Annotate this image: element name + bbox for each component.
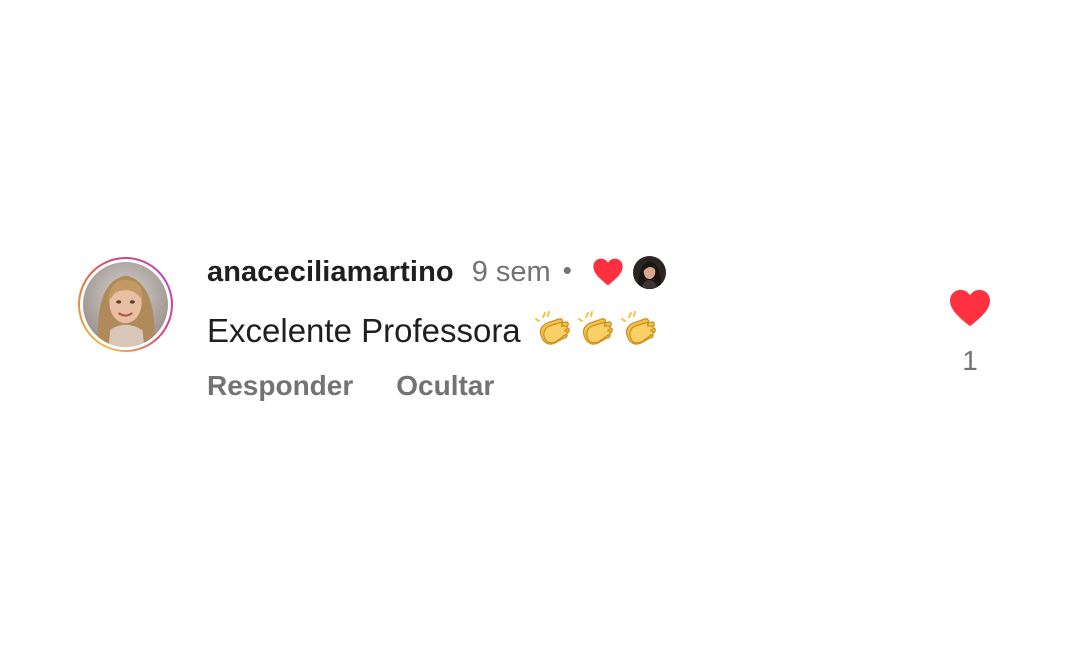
comment-header: anaceciliamartino 9 sem •	[207, 252, 666, 292]
creator-avatar[interactable]	[632, 255, 666, 289]
reply-button[interactable]: Responder	[207, 370, 353, 402]
clapping-hands-icon	[620, 311, 656, 345]
timestamp: 9 sem	[471, 255, 551, 288]
commenter-avatar[interactable]	[83, 262, 168, 347]
comment-text: Excelente Professora	[207, 312, 521, 349]
liked-by-creator-heart-icon	[593, 258, 623, 286]
username[interactable]: anaceciliamartino	[207, 256, 454, 289]
comment-item: anaceciliamartino 9 sem • Excelente Prof…	[0, 0, 1080, 660]
like-control: 1	[940, 288, 1000, 377]
commenter-avatar-ring[interactable]	[78, 257, 173, 352]
comment-body: Excelente Professora	[207, 311, 659, 351]
clapping-hands-icon	[577, 311, 613, 345]
comment-actions: Responder Ocultar	[207, 370, 494, 402]
separator-dot: •	[562, 254, 572, 285]
like-heart-icon[interactable]	[948, 288, 992, 328]
like-count: 1	[962, 345, 978, 376]
hide-button[interactable]: Ocultar	[396, 370, 494, 402]
clapping-hands-icon	[534, 311, 570, 345]
